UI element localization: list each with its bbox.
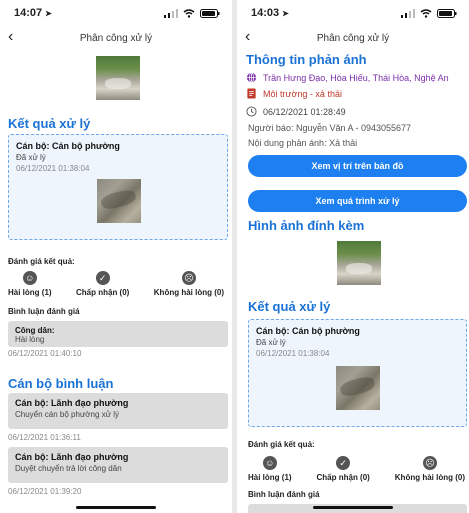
home-indicator[interactable]: [313, 506, 393, 509]
frown-icon: ☹: [422, 456, 437, 470]
rating-comment-title: Bình luận đánh giá: [248, 490, 320, 499]
back-chevron-icon[interactable]: ‹: [245, 29, 250, 45]
home-indicator[interactable]: [76, 506, 156, 509]
officer-comment-text: Duyệt chuyển trả lời công dân: [15, 464, 122, 473]
signal-icon: [164, 8, 178, 18]
result-section-title: Kết quả xử lý: [248, 299, 331, 314]
officer-comment-text: Chuyển cán bộ phường xử lý: [15, 410, 120, 419]
citizen-comment-card: Công dân: Hài lòng: [8, 321, 228, 347]
rating-label: Chấp nhận (0): [316, 473, 370, 482]
battery-icon: [200, 8, 220, 18]
category-text: Môi trường - xả thải: [263, 88, 342, 99]
rating-unsatisfied[interactable]: ☹ Không hài lòng (0): [154, 271, 224, 297]
datetime-row: 06/12/2021 01:28:49: [246, 106, 346, 117]
battery-icon: [437, 8, 457, 18]
rating-title: Đánh giá kết quả:: [8, 257, 75, 266]
citizen-comment-author: Công dân:: [15, 326, 55, 335]
rating-label: Không hài lòng (0): [153, 288, 224, 297]
scroll-content[interactable]: Thông tin phản ánh Trần Hưng Đạo, Hòa Hi…: [237, 50, 469, 513]
officer-comment-card: Cán bộ: Lãnh đạo phường Duyệt chuyển trả…: [8, 447, 228, 483]
rating-unsatisfied[interactable]: ☹ Không hài lòng (0): [395, 456, 465, 482]
category-row: Môi trường - xả thải: [246, 88, 342, 99]
info-section-title: Thông tin phản ánh: [246, 52, 367, 67]
rating-label: Chấp nhận (0): [76, 288, 130, 297]
rating-satisfied[interactable]: ☺ Hài lòng (1): [248, 456, 292, 482]
officer-comment-card: Cán bộ: Lãnh đạo phường Chuyển cán bộ ph…: [8, 393, 228, 429]
frown-icon: ☹: [181, 271, 196, 285]
result-section-title: Kết quả xử lý: [8, 116, 91, 131]
clock-icon: [246, 106, 257, 117]
wifi-icon: [420, 8, 432, 18]
location-arrow-icon: ➤: [282, 8, 289, 18]
rating-accept[interactable]: ✓ Chấp nhận (0): [317, 456, 370, 482]
result-card: Cán bộ: Cán bộ phường Đã xử lý 06/12/202…: [8, 134, 228, 240]
nav-bar: ‹ Phân công xử lý: [0, 26, 232, 50]
document-icon: [247, 88, 256, 99]
address-text: Trần Hưng Đạo, Hòa Hiếu, Thái Hòa, Nghệ …: [263, 72, 449, 83]
report-photo[interactable]: [96, 56, 140, 100]
rating-row: ☺ Hài lòng (1) ✓ Chấp nhận (0) ☹ Không h…: [8, 271, 224, 297]
check-icon: ✓: [95, 271, 110, 285]
rating-satisfied[interactable]: ☺ Hài lòng (1): [8, 271, 52, 297]
result-card: Cán bộ: Cán bộ phường Đã xử lý 06/12/202…: [248, 319, 467, 427]
status-time: 14:07: [14, 7, 43, 19]
attached-photo[interactable]: [337, 241, 381, 285]
citizen-comment-time: 06/12/2021 01:40:10: [8, 349, 82, 358]
result-officer: Cán bộ: Cán bộ phường: [256, 326, 360, 336]
rating-label: Hài lòng (1): [8, 288, 52, 297]
result-status: Đã xử lý: [16, 153, 46, 162]
result-photo[interactable]: [97, 179, 141, 223]
officer-comment-author: Cán bộ: Lãnh đạo phường: [15, 398, 129, 408]
rating-comment-title: Bình luận đánh giá: [8, 307, 80, 316]
reporter-text: Người báo: Nguyễn Văn A - 0943055677: [248, 123, 412, 133]
nav-title: Phân công xử lý: [79, 32, 153, 44]
rating-label: Không hài lòng (0): [394, 473, 465, 482]
nav-bar: ‹ Phân công xử lý: [237, 26, 469, 50]
rating-label: Hài lòng (1): [248, 473, 292, 482]
scroll-content[interactable]: Kết quả xử lý Cán bộ: Cán bộ phường Đã x…: [0, 50, 232, 513]
rating-accept[interactable]: ✓ Chấp nhận (0): [76, 271, 129, 297]
nav-title: Phân công xử lý: [316, 32, 390, 44]
status-bar: 14:03 ➤: [237, 0, 469, 26]
status-time: 14:03: [251, 7, 280, 19]
officer-comment-author: Cán bộ: Lãnh đạo phường: [15, 452, 129, 462]
view-map-button[interactable]: Xem vị trí trên bản đồ: [248, 155, 467, 177]
back-chevron-icon[interactable]: ‹: [8, 29, 13, 45]
check-icon: ✓: [336, 456, 351, 470]
result-time: 06/12/2021 01:38:04: [16, 164, 90, 173]
signal-icon: [401, 8, 415, 18]
content-text: Nội dung phản ánh: Xả thải: [248, 138, 358, 148]
result-photo[interactable]: [336, 366, 380, 410]
wifi-icon: [183, 8, 195, 18]
attach-section-title: Hình ảnh đính kèm: [248, 218, 365, 233]
result-status: Đã xử lý: [256, 338, 286, 347]
view-process-button[interactable]: Xem quá trình xử lý: [248, 190, 467, 212]
globe-icon: [246, 72, 257, 83]
officer-comment-section-title: Cán bộ bình luận: [8, 376, 114, 391]
status-bar: 14:07 ➤: [0, 0, 232, 26]
result-time: 06/12/2021 01:38:04: [256, 349, 330, 358]
address-row: Trần Hưng Đạo, Hòa Hiếu, Thái Hòa, Nghệ …: [246, 72, 466, 83]
officer-comment-time: 06/12/2021 01:36:11: [8, 433, 81, 442]
rating-title: Đánh giá kết quả:: [248, 440, 315, 449]
rating-row: ☺ Hài lòng (1) ✓ Chấp nhận (0) ☹ Không h…: [248, 456, 465, 482]
phone-screen-right: 14:03 ➤ ‹ Phân công xử lý Thông tin phản …: [237, 0, 469, 513]
citizen-comment-text: Hài lòng: [15, 335, 45, 344]
location-arrow-icon: ➤: [45, 8, 52, 18]
smile-icon: ☺: [262, 456, 277, 470]
result-officer: Cán bộ: Cán bộ phường: [16, 141, 120, 151]
smile-icon: ☺: [22, 271, 37, 285]
datetime-text: 06/12/2021 01:28:49: [263, 106, 346, 117]
phone-screen-left: 14:07 ➤ ‹ Phân công xử lý Kết quả xử lý C…: [0, 0, 232, 513]
officer-comment-time: 06/12/2021 01:39:20: [8, 487, 82, 496]
